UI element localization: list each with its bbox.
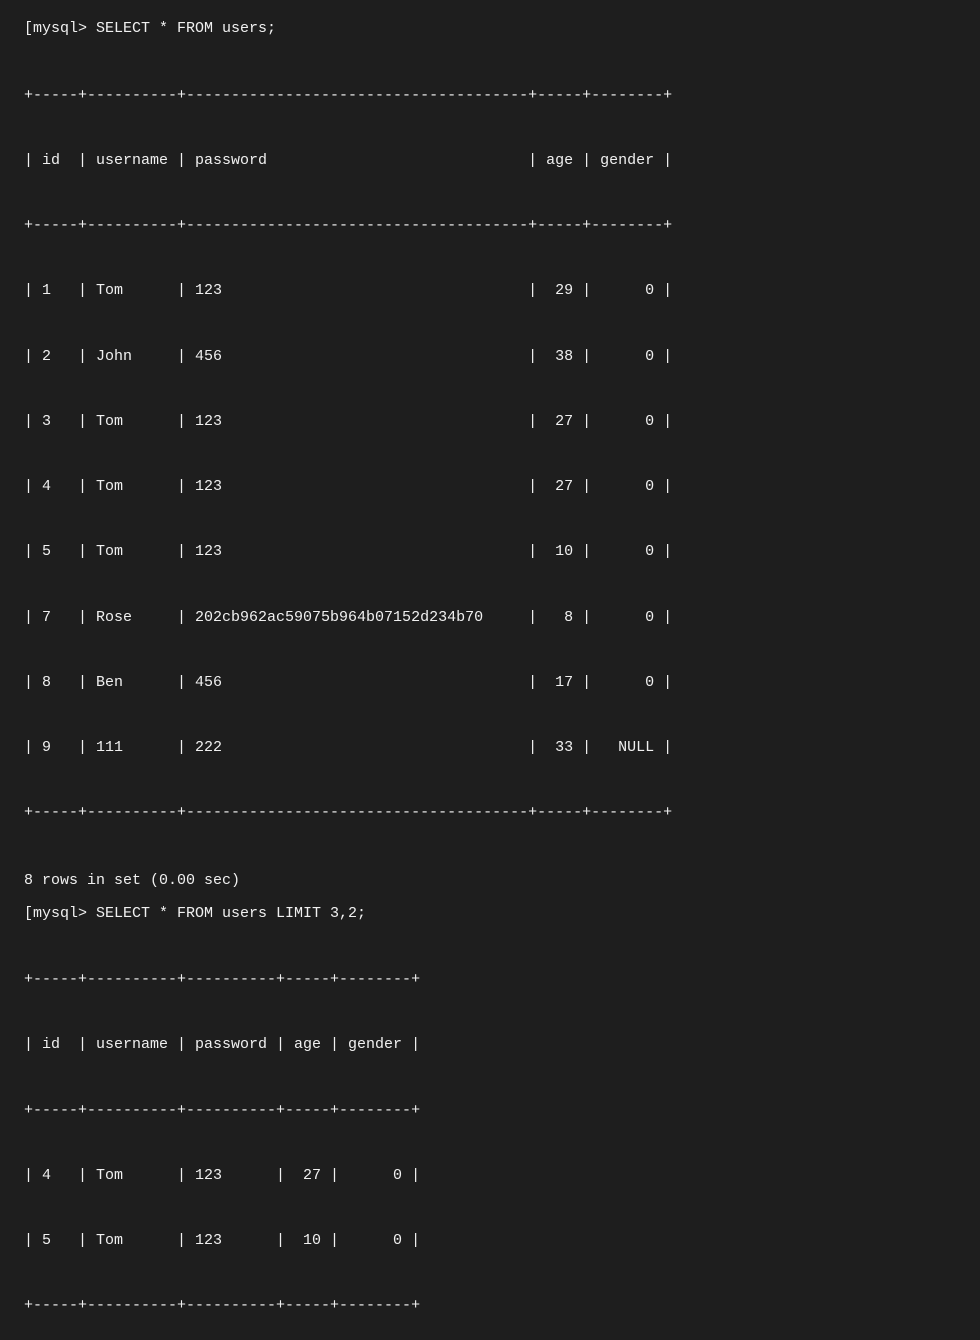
query2-table: +-----+----------+----------+-----+-----… (24, 926, 956, 1340)
query2-command: [mysql> SELECT * FROM users LIMIT 3,2; (24, 905, 956, 922)
query2-block: [mysql> SELECT * FROM users LIMIT 3,2; +… (24, 905, 956, 1340)
query2-sep-bot: +-----+----------+----------+-----+-----… (24, 1295, 956, 1317)
query1-row-8: | 9 | 111 | 222 | 33 | NULL | (24, 737, 956, 759)
query1-sep-mid: +-----+----------+----------------------… (24, 215, 956, 237)
query1-row-5: | 5 | Tom | 123 | 10 | 0 | (24, 541, 956, 563)
query2-sep-mid: +-----+----------+----------+-----+-----… (24, 1100, 956, 1122)
query2-row-1: | 4 | Tom | 123 | 27 | 0 | (24, 1165, 956, 1187)
query2-row-2: | 5 | Tom | 123 | 10 | 0 | (24, 1230, 956, 1252)
query1-header: | id | username | password | age | gende… (24, 150, 956, 172)
query1-row-4: | 4 | Tom | 123 | 27 | 0 | (24, 476, 956, 498)
query2-sep-top: +-----+----------+----------+-----+-----… (24, 969, 956, 991)
query1-table: +-----+----------+----------------------… (24, 41, 956, 868)
query1-command: [mysql> SELECT * FROM users; (24, 20, 956, 37)
query1-row-1: | 1 | Tom | 123 | 29 | 0 | (24, 280, 956, 302)
query1-row-3: | 3 | Tom | 123 | 27 | 0 | (24, 411, 956, 433)
query2-header: | id | username | password | age | gende… (24, 1034, 956, 1056)
query1-row-2: | 2 | John | 456 | 38 | 0 | (24, 346, 956, 368)
query1-sep-top: +-----+----------+----------------------… (24, 85, 956, 107)
query1-sep-bot: +-----+----------+----------------------… (24, 802, 956, 824)
query1-row-7: | 8 | Ben | 456 | 17 | 0 | (24, 672, 956, 694)
query1-block: [mysql> SELECT * FROM users; +-----+----… (24, 20, 956, 889)
query1-summary: 8 rows in set (0.00 sec) (24, 872, 956, 889)
query1-row-6: | 7 | Rose | 202cb962ac59075b964b07152d2… (24, 607, 956, 629)
